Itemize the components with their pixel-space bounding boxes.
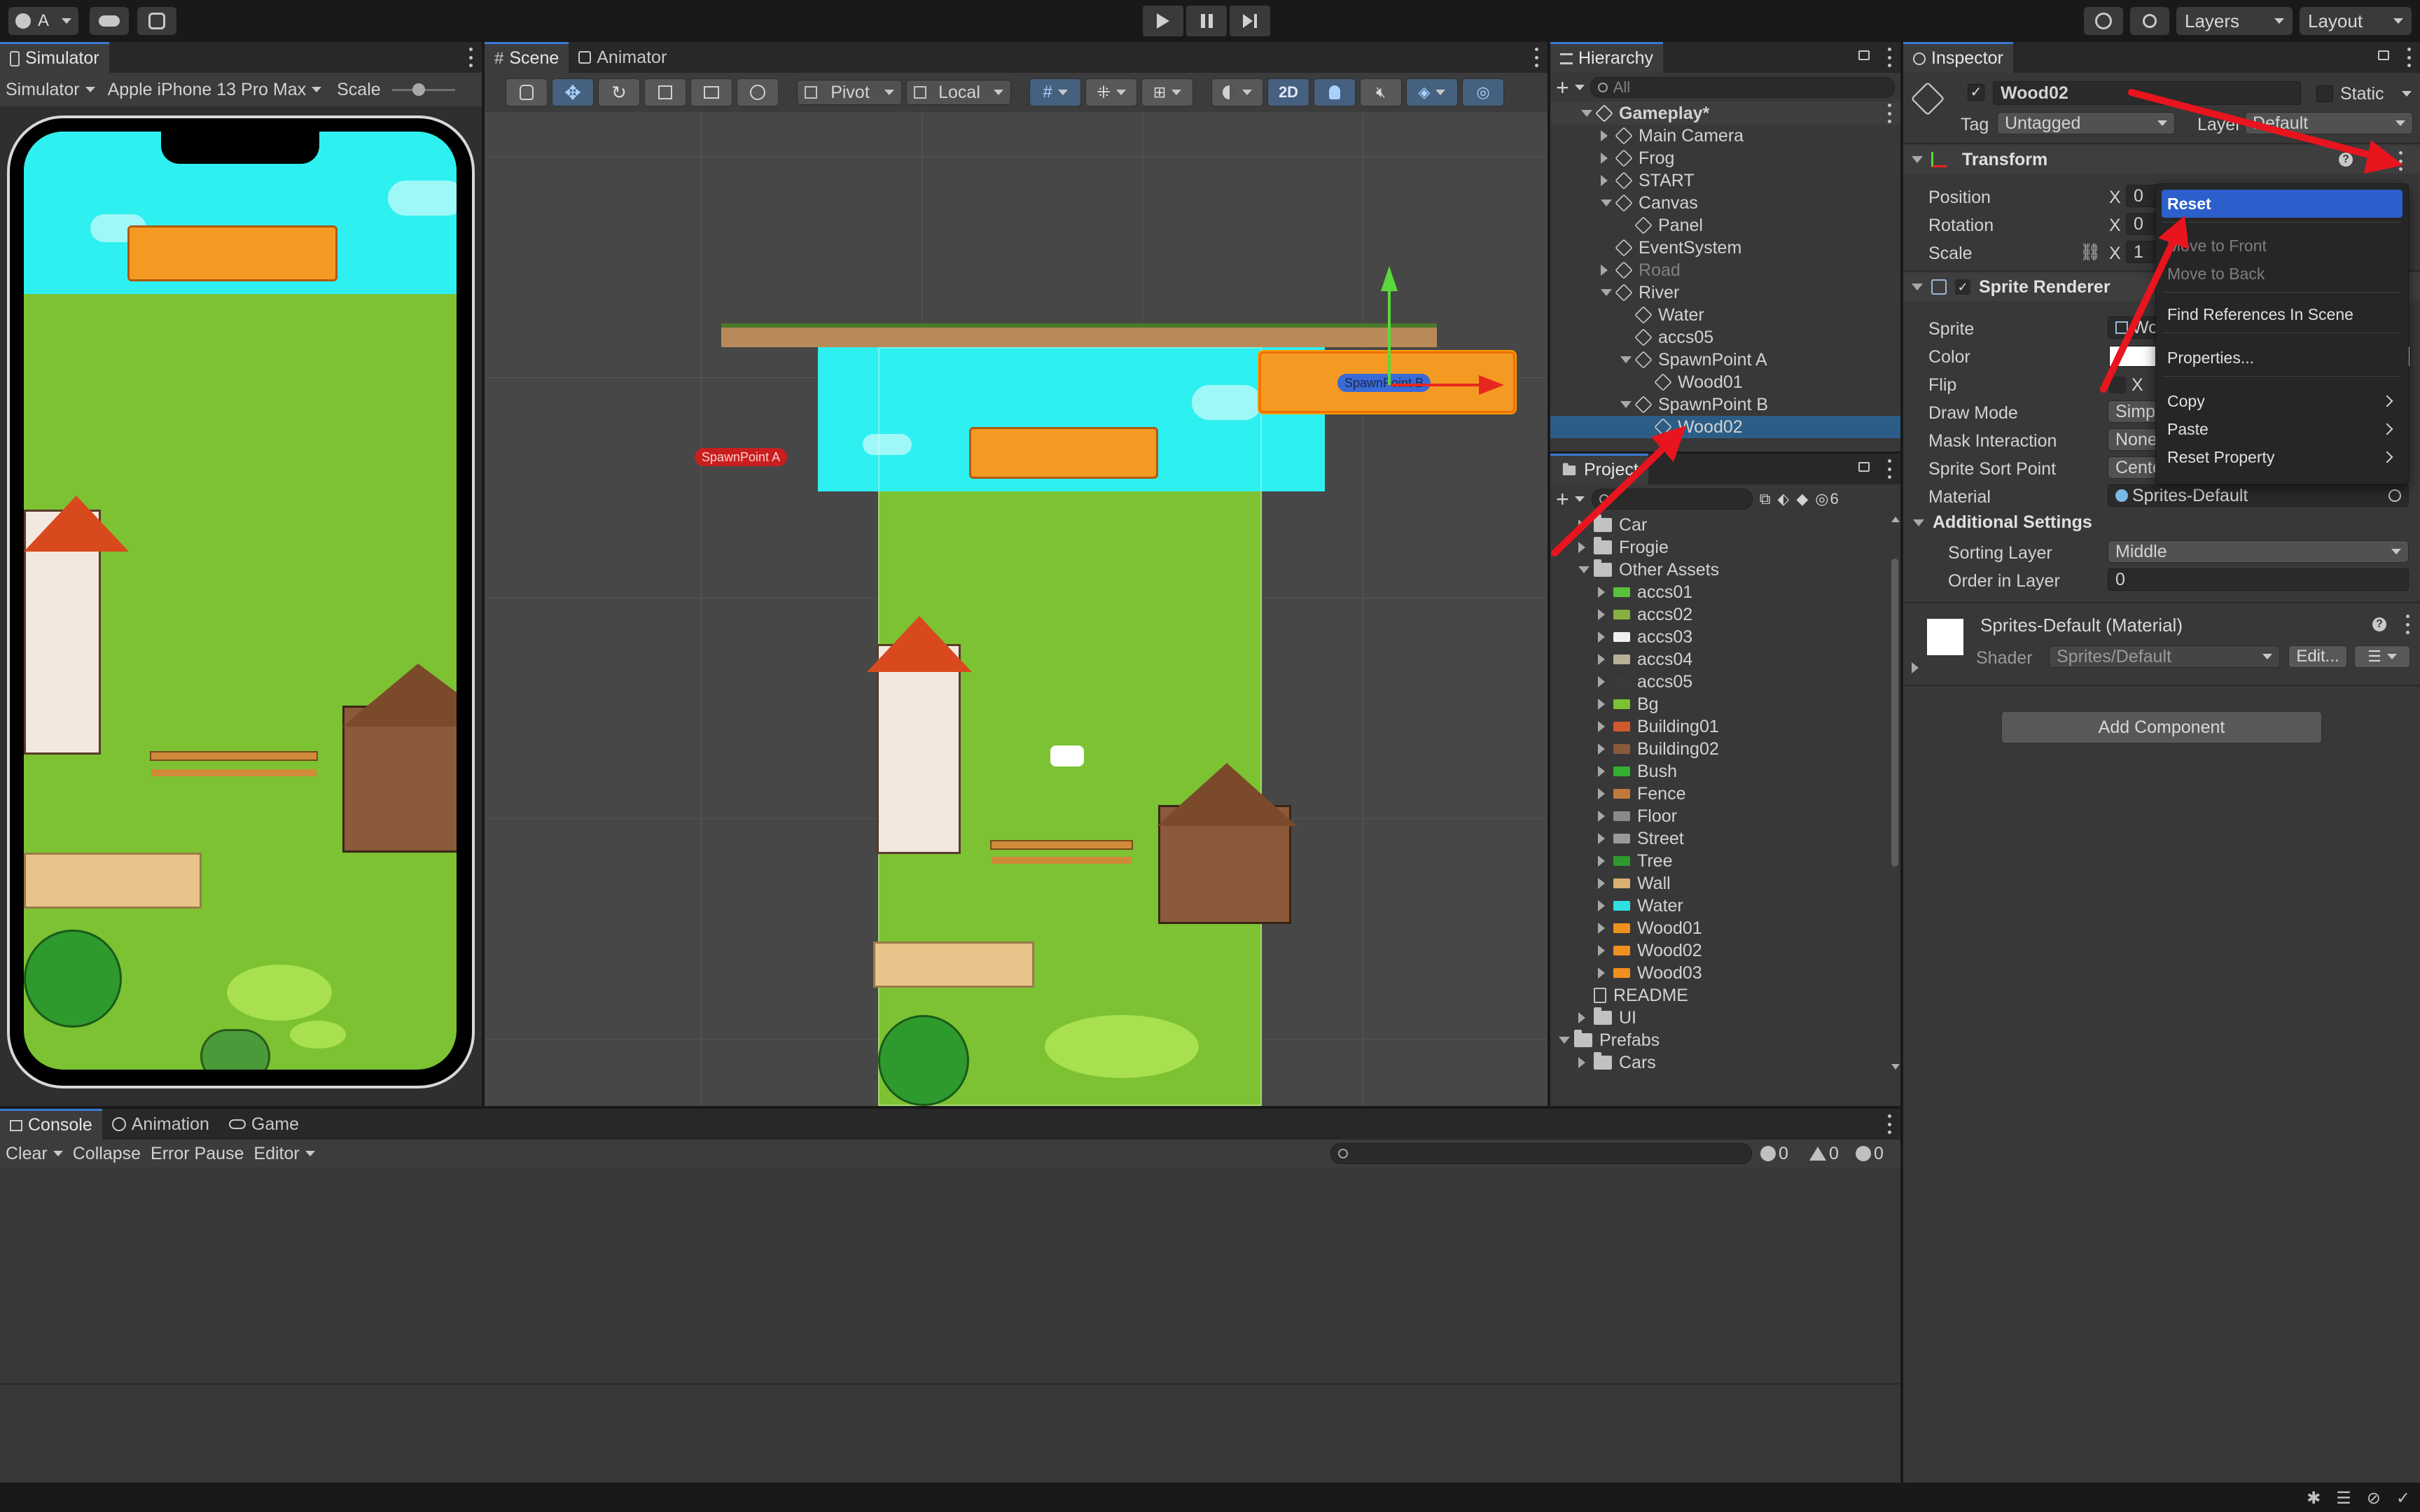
arrow-to-menu-icon <box>2128 89 2403 174</box>
arrow-to-wood02-hierarchy <box>1551 426 1686 556</box>
arrow-to-reset-item <box>2100 216 2189 393</box>
annotation-arrows <box>1551 89 2403 556</box>
